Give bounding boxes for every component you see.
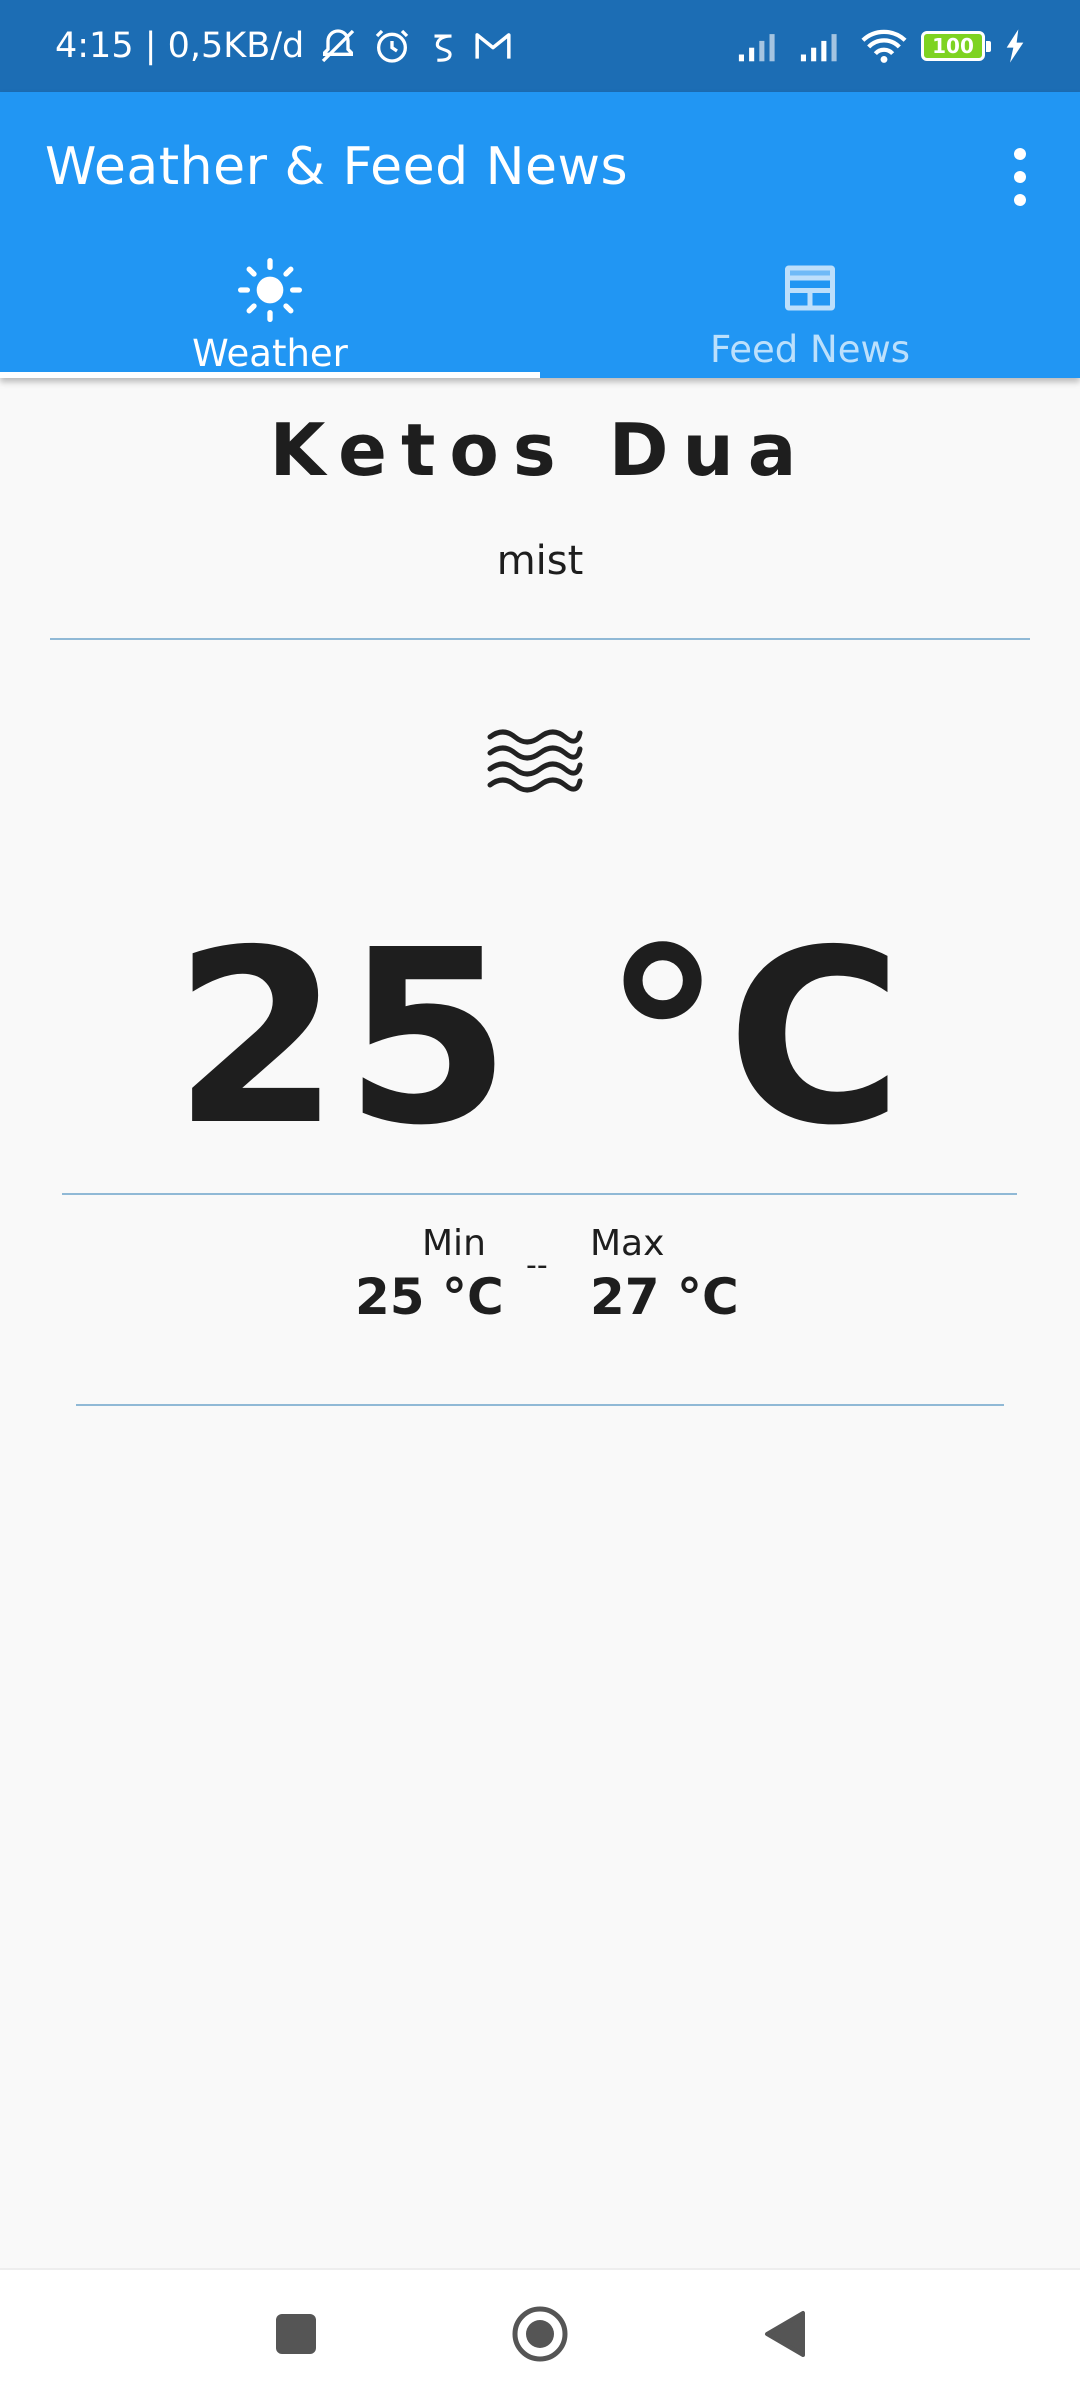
app-notification-icon: [426, 29, 460, 63]
square-icon: [275, 2313, 317, 2359]
overflow-menu-button[interactable]: [1000, 142, 1040, 212]
home-circle-icon: [511, 2305, 569, 2367]
status-time: 4:15 | 0,5KB/d: [55, 26, 305, 66]
min-label: Min: [422, 1223, 486, 1264]
back-button[interactable]: [755, 2306, 815, 2366]
newspaper-icon: [780, 258, 840, 322]
signal-icon: [799, 29, 847, 63]
weather-description: mist: [496, 538, 584, 584]
alarm-icon: [372, 26, 412, 66]
tab-weather[interactable]: Weather: [0, 242, 540, 378]
app-title: Weather & Feed News: [45, 137, 629, 197]
status-bar: 4:15 | 0,5KB/d 100: [0, 0, 1080, 92]
current-temperature: 25 °C: [173, 898, 907, 1178]
divider: [76, 1404, 1004, 1406]
mist-icon: [485, 723, 585, 793]
min-max-temperature: Min 25 °C -- Max 27 °C: [0, 1223, 1080, 1343]
divider: [62, 1193, 1017, 1195]
system-navigation-bar: [0, 2268, 1080, 2400]
battery-icon: 100: [921, 31, 991, 61]
recents-button[interactable]: [266, 2306, 326, 2366]
wifi-icon: [861, 28, 907, 64]
min-temperature: 25 °C: [355, 1268, 504, 1326]
gmail-icon: [474, 29, 512, 63]
city-name: Ketos Dua: [269, 408, 811, 492]
divider: [50, 638, 1030, 640]
tab-indicator: [0, 372, 540, 378]
battery-level: 100: [932, 34, 974, 58]
more-vertical-icon: [1014, 148, 1026, 160]
app-bar: Weather & Feed News Weather Feed News: [0, 92, 1080, 378]
tab-feed-news[interactable]: Feed News: [540, 242, 1080, 378]
charging-icon: [1005, 29, 1025, 63]
tab-weather-label: Weather: [192, 332, 348, 375]
home-button[interactable]: [510, 2306, 570, 2366]
tab-feed-news-label: Feed News: [709, 328, 910, 371]
mute-bell-icon: [318, 26, 358, 66]
sun-icon: [238, 258, 302, 326]
back-triangle-icon: [763, 2309, 807, 2363]
min-max-separator: --: [526, 1248, 548, 1283]
max-temperature: 27 °C: [590, 1268, 739, 1326]
signal-icon: [737, 29, 785, 63]
max-label: Max: [590, 1223, 665, 1264]
tab-bar: Weather Feed News: [0, 242, 1080, 378]
